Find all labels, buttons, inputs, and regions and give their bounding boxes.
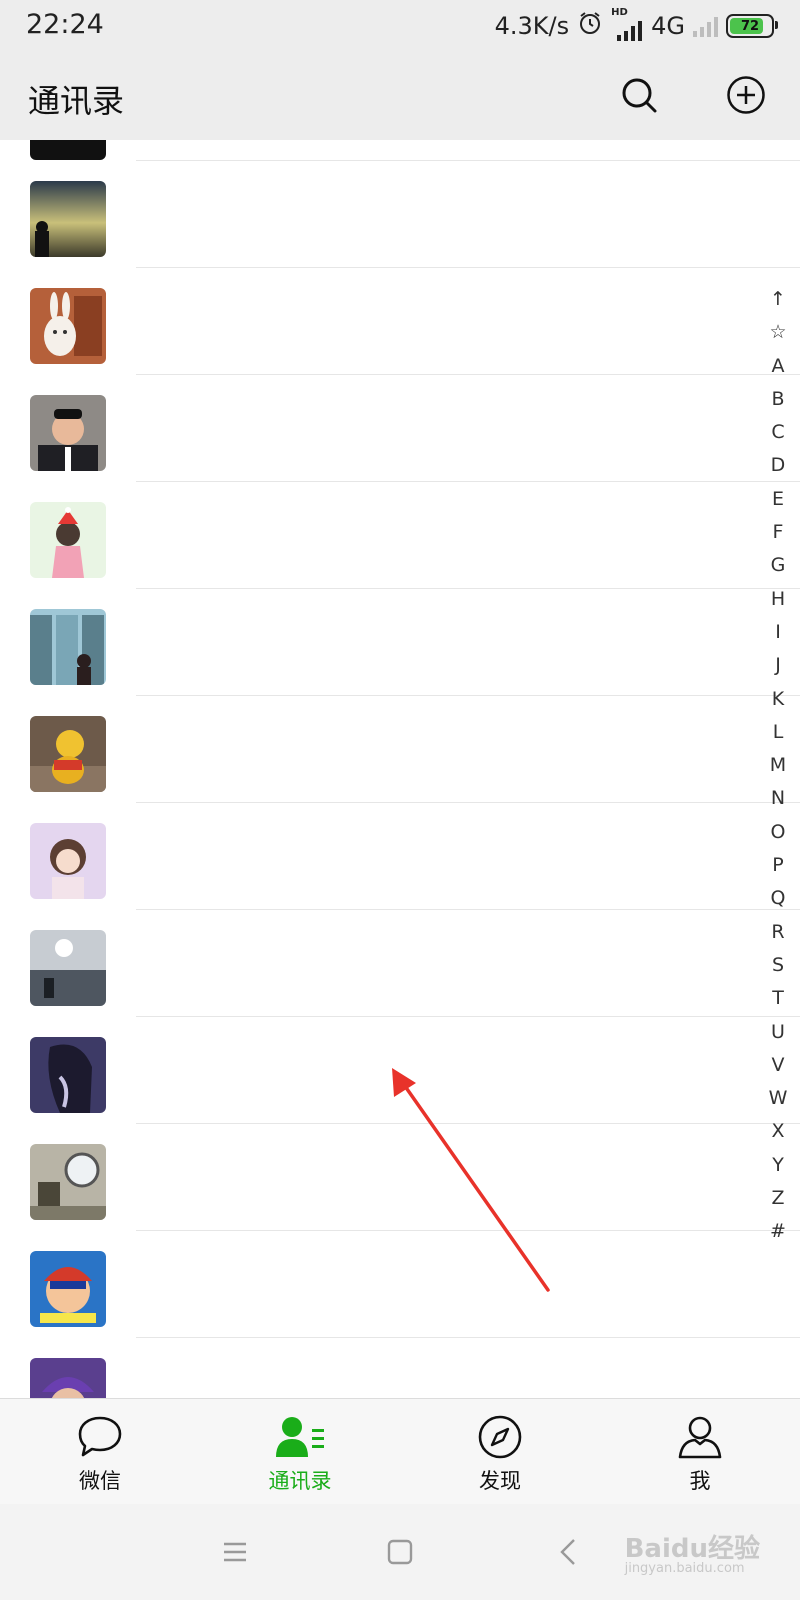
system-nav-bar: Baidu经验 jingyan.baidu.com: [0, 1504, 800, 1600]
avatar: [30, 181, 106, 257]
back-button[interactable]: [548, 1532, 588, 1572]
contact-list[interactable]: [0, 140, 800, 1398]
index-letter[interactable]: Z: [766, 1182, 790, 1215]
status-bar: 22:24 4.3K/s HD 4G 72: [0, 0, 800, 50]
index-letter[interactable]: D: [766, 449, 790, 482]
battery-level: 72: [740, 18, 760, 34]
avatar: [30, 1358, 106, 1398]
menu-icon: [224, 1542, 246, 1562]
index-letter[interactable]: H: [766, 583, 790, 616]
index-letter[interactable]: #: [766, 1215, 790, 1248]
bottom-tab-bar: 微信 通讯录 发现 我: [0, 1398, 800, 1505]
contacts-icon: [274, 1415, 326, 1459]
plus-circle-icon: [727, 76, 765, 114]
avatar: [30, 930, 106, 1006]
watermark-main: Baidu经验: [624, 1534, 760, 1564]
list-item[interactable]: [0, 803, 800, 910]
index-letter[interactable]: K: [766, 683, 790, 716]
index-letter[interactable]: N: [766, 782, 790, 815]
list-item[interactable]: [0, 375, 800, 482]
avatar: [30, 823, 106, 899]
avatar: [30, 1251, 106, 1327]
tab-label: 通讯录: [268, 1469, 332, 1493]
list-item[interactable]: [0, 161, 800, 268]
index-letter[interactable]: W: [766, 1082, 790, 1115]
status-time: 22:24: [26, 9, 104, 40]
chat-bubble-icon: [77, 1415, 123, 1459]
index-letter[interactable]: L: [766, 716, 790, 749]
page-title: 通讯录: [28, 82, 125, 120]
search-icon: [622, 78, 657, 113]
signal-weak-icon: [693, 15, 718, 37]
index-letter[interactable]: B: [766, 383, 790, 416]
index-letter[interactable]: ☆: [766, 316, 790, 349]
index-letter[interactable]: Y: [766, 1149, 790, 1182]
index-letter[interactable]: Q: [766, 882, 790, 915]
person-icon: [677, 1415, 723, 1459]
tab-wechat[interactable]: 微信: [0, 1399, 200, 1505]
index-letter[interactable]: J: [766, 649, 790, 682]
home-button[interactable]: [380, 1532, 420, 1572]
home-square-icon: [387, 1539, 413, 1565]
battery-icon: 72: [726, 14, 778, 38]
baidu-watermark: Baidu经验 jingyan.baidu.com: [625, 1528, 760, 1576]
avatar: [30, 395, 106, 471]
index-letter[interactable]: G: [766, 549, 790, 582]
list-item[interactable]: [0, 589, 800, 696]
avatar: [30, 502, 106, 578]
index-letter[interactable]: X: [766, 1115, 790, 1148]
list-item[interactable]: [0, 1124, 800, 1231]
compass-icon: [477, 1415, 523, 1459]
tab-me[interactable]: 我: [600, 1399, 800, 1505]
tab-discover[interactable]: 发现: [400, 1399, 600, 1505]
alphabet-index[interactable]: ↑ ☆ A B C D E F G H I J K L M N O P Q R …: [766, 283, 790, 1249]
index-letter[interactable]: ↑: [766, 283, 790, 316]
list-item[interactable]: [0, 1231, 800, 1338]
list-item[interactable]: [0, 1338, 800, 1398]
index-letter[interactable]: U: [766, 1016, 790, 1049]
avatar: [30, 1037, 106, 1113]
add-button[interactable]: [721, 70, 771, 120]
search-button[interactable]: [614, 70, 664, 120]
list-item[interactable]: [0, 482, 800, 589]
avatar: [30, 609, 106, 685]
tab-label: 微信: [79, 1469, 121, 1493]
list-item[interactable]: [0, 1017, 800, 1124]
app-header: 通讯录: [0, 50, 800, 140]
index-letter[interactable]: S: [766, 949, 790, 982]
network-speed: 4.3K/s: [494, 12, 570, 40]
list-item[interactable]: [0, 696, 800, 803]
menu-button[interactable]: [215, 1532, 255, 1572]
network-type: 4G: [651, 12, 685, 40]
hd-signal-icon: HD: [611, 7, 643, 41]
tab-label: 我: [689, 1469, 711, 1493]
index-letter[interactable]: V: [766, 1049, 790, 1082]
list-item[interactable]: [0, 268, 800, 375]
alarm-clock-icon: [577, 10, 603, 42]
index-letter[interactable]: M: [766, 749, 790, 782]
index-letter[interactable]: P: [766, 849, 790, 882]
avatar: [30, 1144, 106, 1220]
tab-contacts[interactable]: 通讯录: [200, 1399, 400, 1505]
tab-label: 发现: [479, 1469, 521, 1493]
index-letter[interactable]: T: [766, 982, 790, 1015]
avatar: [30, 716, 106, 792]
index-letter[interactable]: R: [766, 916, 790, 949]
index-letter[interactable]: A: [766, 350, 790, 383]
index-letter[interactable]: E: [766, 483, 790, 516]
watermark-sub: jingyan.baidu.com: [624, 1561, 745, 1576]
index-letter[interactable]: F: [766, 516, 790, 549]
back-chevron-icon: [560, 1539, 575, 1565]
list-item[interactable]: [0, 910, 800, 1017]
avatar: [30, 288, 106, 364]
index-letter[interactable]: I: [766, 616, 790, 649]
index-letter[interactable]: C: [766, 416, 790, 449]
avatar: [30, 140, 106, 160]
index-letter[interactable]: O: [766, 816, 790, 849]
status-icons: 4.3K/s HD 4G 72: [494, 7, 778, 43]
